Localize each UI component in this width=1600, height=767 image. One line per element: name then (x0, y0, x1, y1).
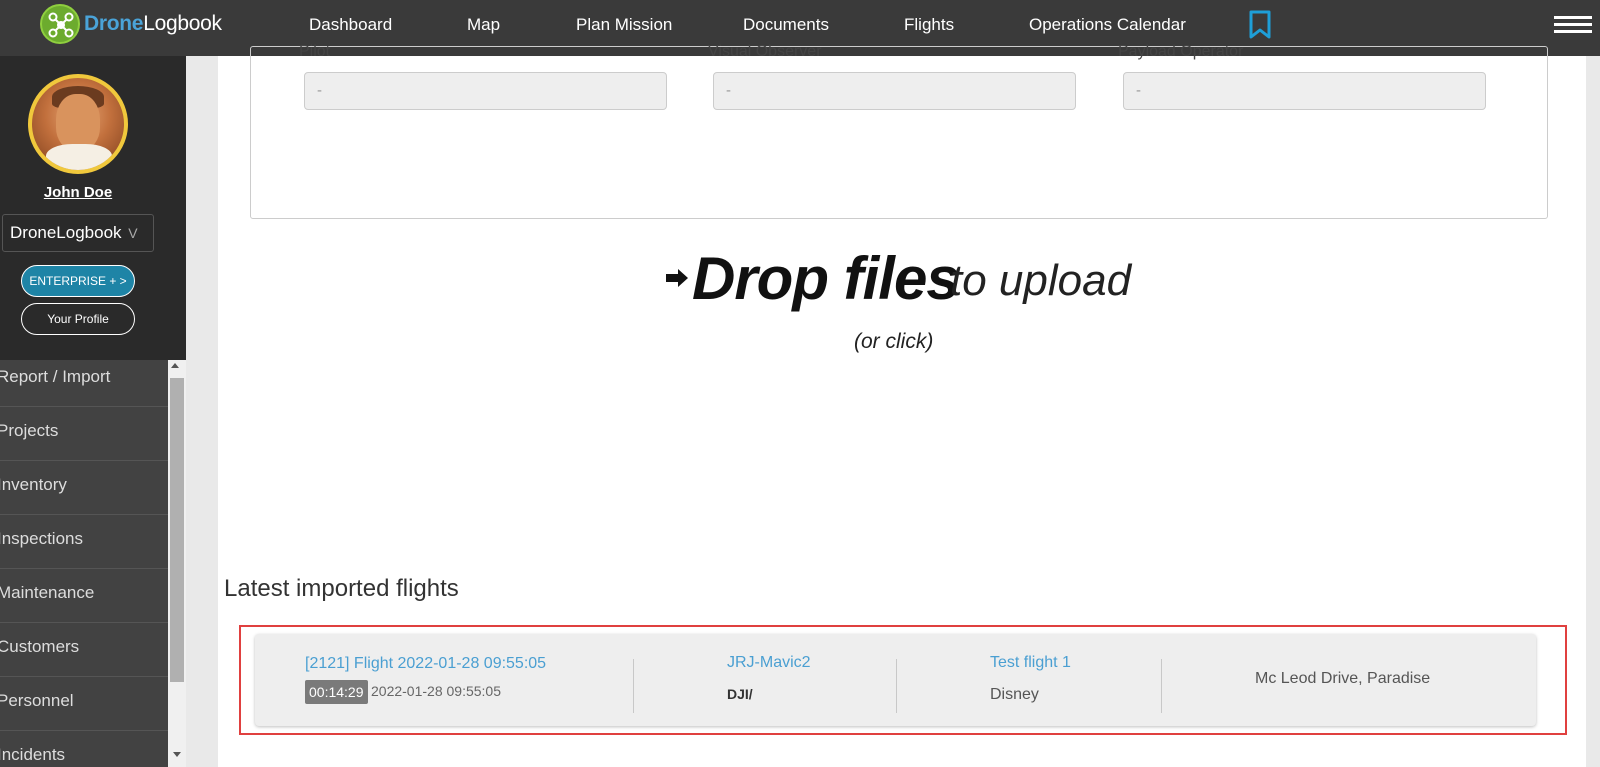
sidebar-item-label: Personnel (0, 691, 74, 710)
column-divider (1161, 659, 1162, 713)
flight-title-link[interactable]: [2121] Flight 2022-01-28 09:55:05 (305, 655, 546, 673)
nav-flights[interactable]: Flights (904, 0, 954, 50)
flight-date: 2022-01-28 09:55:05 (371, 683, 501, 699)
bookmark-icon[interactable] (1248, 10, 1272, 45)
visual-observer-field[interactable]: - (713, 72, 1076, 110)
brand-name-accent: Drone (84, 12, 144, 35)
crew-section: Pilot - Visual Observer - Payload Operat… (250, 43, 1548, 219)
sidebar-item-customers[interactable]: Customers (0, 623, 168, 677)
flight-card[interactable]: [2121] Flight 2022-01-28 09:55:05 00:14:… (255, 634, 1536, 726)
hamburger-line (1554, 23, 1592, 26)
hamburger-line (1554, 30, 1592, 33)
nav-plan-mission[interactable]: Plan Mission (576, 0, 672, 50)
sidebar-item-personnel[interactable]: Personnel (0, 677, 168, 731)
sidebar-item-label: Inspections (0, 529, 83, 548)
pilot-field[interactable]: - (304, 72, 667, 110)
dropzone-light-text: to upload (950, 256, 1132, 305)
payload-operator-field[interactable]: - (1123, 72, 1486, 110)
sidebar-item-report-import[interactable]: Report / Import (0, 360, 168, 407)
latest-imported-flights-title: Latest imported flights (224, 575, 459, 602)
column-divider (896, 659, 897, 713)
column-divider (633, 659, 634, 713)
main-content: Pilot - Visual Observer - Payload Operat… (218, 43, 1586, 767)
dropzone-subtext: (or click) (854, 330, 934, 353)
file-dropzone[interactable]: Drop files to upload (or click) (218, 245, 1586, 366)
your-profile-button[interactable]: Your Profile (21, 303, 135, 335)
flight-list-highlight: [2121] Flight 2022-01-28 09:55:05 00:14:… (239, 625, 1567, 735)
nav-map[interactable]: Map (467, 0, 500, 50)
organization-select[interactable]: DroneLogbook V (2, 214, 154, 252)
sidebar-item-maintenance[interactable]: Maintenance (0, 569, 168, 623)
scroll-up-arrow-icon[interactable] (171, 363, 179, 368)
hamburger-line (1554, 16, 1592, 19)
sidebar-item-label: Projects (0, 421, 59, 440)
avatar[interactable] (28, 74, 128, 174)
sidebar-menu: Report / Import Projects Inventory Inspe… (0, 360, 168, 767)
sidebar-item-inspections[interactable]: Inspections (0, 515, 168, 569)
brand-name-rest: Logbook (143, 12, 222, 35)
sidebar-item-projects[interactable]: Projects (0, 407, 168, 461)
sidebar-item-incidents[interactable]: Incidents (0, 731, 168, 767)
scroll-down-arrow-icon[interactable] (173, 752, 181, 757)
organization-select-value: DroneLogbook (10, 223, 122, 242)
sidebar-item-label: Inventory (0, 475, 67, 494)
sidebar-item-label: Incidents (0, 745, 66, 764)
flight-duration-badge: 00:14:29 (305, 680, 368, 704)
sidebar-item-label: Maintenance (0, 583, 95, 602)
mission-link[interactable]: Test flight 1 (990, 654, 1071, 672)
sidebar-scrollbar[interactable] (168, 360, 186, 767)
user-name-link[interactable]: John Doe (0, 184, 156, 201)
drone-manufacturer: DJI/ (727, 686, 753, 702)
arrow-right-icon (666, 269, 688, 287)
sidebar-item-inventory[interactable]: Inventory (0, 461, 168, 515)
avatar-scarf (46, 144, 112, 170)
avatar-face (56, 94, 100, 150)
drone-link[interactable]: JRJ-Mavic2 (727, 654, 811, 672)
sidebar-item-label: Report / Import (0, 367, 111, 386)
drone-logo-icon (40, 4, 80, 44)
pilot-label: Pilot (299, 43, 331, 60)
scrollbar-thumb[interactable] (170, 378, 184, 682)
profile-panel: John Doe DroneLogbook V ENTERPRISE + > Y… (0, 56, 186, 360)
visual-observer-label: Visual Observer (708, 43, 822, 60)
customer-name: Disney (990, 686, 1039, 703)
dropzone-bold-text: Drop files (692, 245, 960, 312)
chevron-down-icon: V (128, 225, 138, 241)
sidebar-item-label: Customers (0, 637, 80, 656)
brand-logo[interactable]: DroneLogbook (40, 4, 222, 44)
brand-name: DroneLogbook (84, 12, 222, 36)
hamburger-menu-icon[interactable] (1554, 16, 1592, 36)
flight-location: Mc Leod Drive, Paradise (1255, 670, 1431, 687)
payload-operator-label: Payload Operator (1118, 43, 1244, 60)
enterprise-button[interactable]: ENTERPRISE + > (21, 265, 135, 297)
